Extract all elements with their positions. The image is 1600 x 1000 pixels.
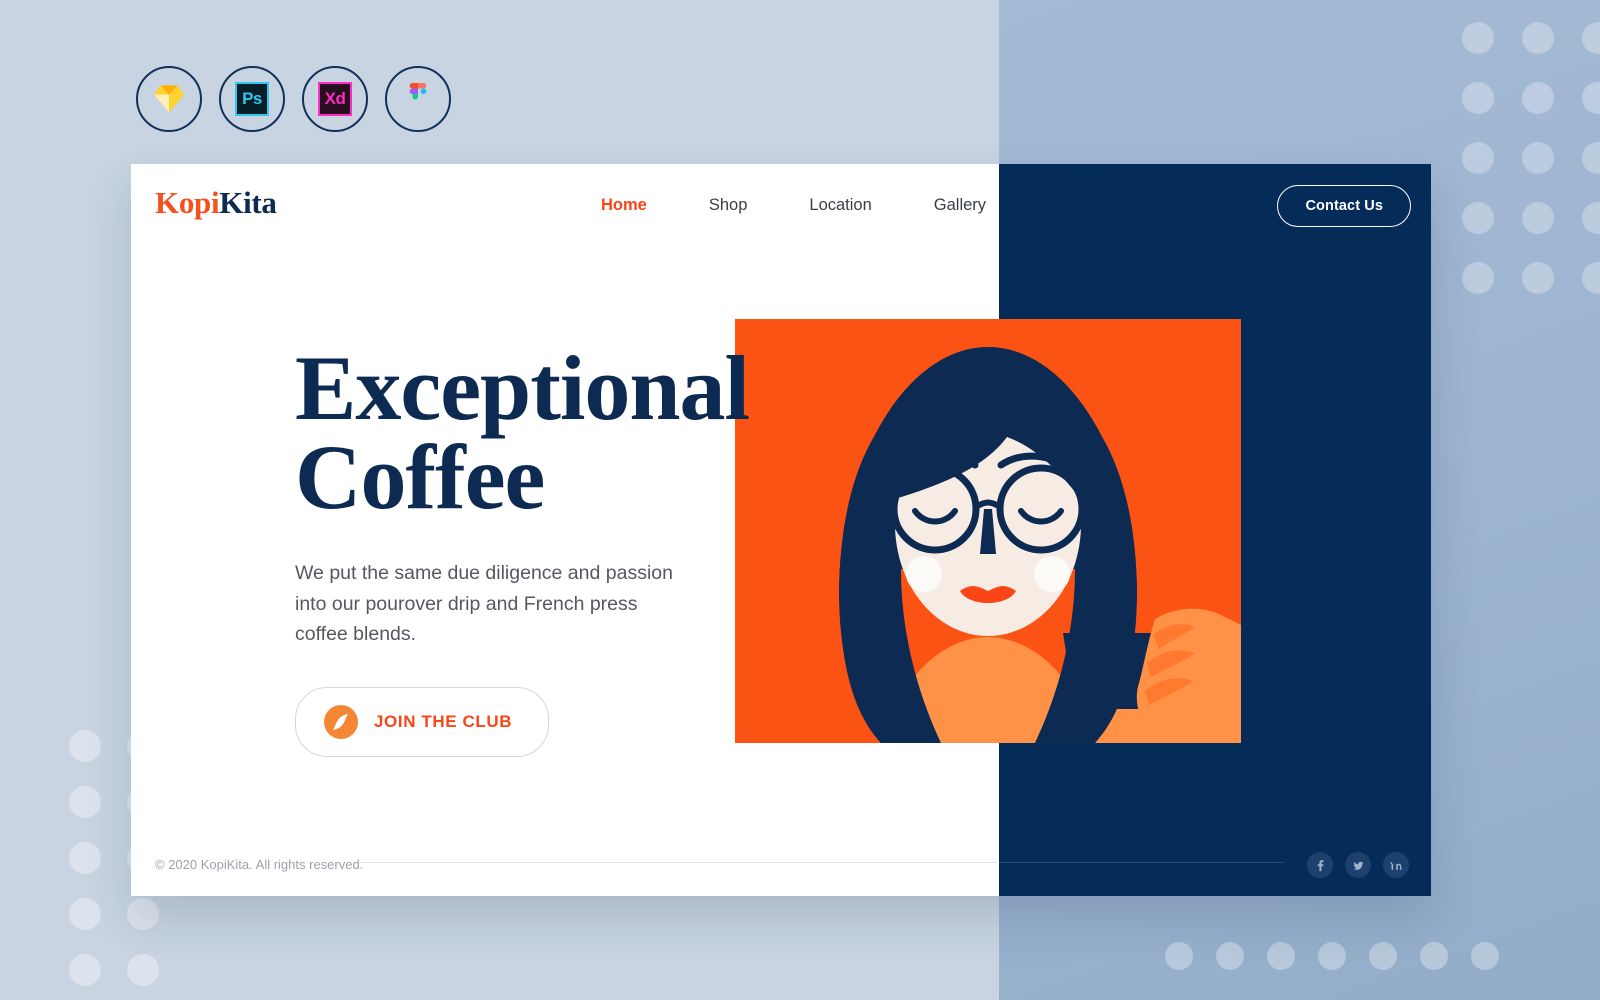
decorative-dot <box>1462 262 1494 294</box>
decorative-dot <box>1266 942 1295 970</box>
decorative-dot <box>1462 142 1494 174</box>
linkedin-icon <box>1390 861 1401 870</box>
decorative-dot <box>1522 142 1554 174</box>
hero-content: Exceptional Coffee We put the same due d… <box>295 342 825 758</box>
figma-icon <box>409 82 427 99</box>
join-the-club-button[interactable]: JOIN THE CLUB <box>295 687 550 758</box>
decorative-dot <box>69 730 101 762</box>
decorative-dot <box>1462 82 1494 114</box>
decorative-dot <box>1522 22 1554 54</box>
twitter-icon <box>1352 861 1363 870</box>
decorative-dot <box>1582 142 1600 174</box>
decorative-dot <box>1582 262 1600 294</box>
decorative-dot <box>1582 22 1600 54</box>
decorative-dot <box>69 842 101 874</box>
facebook-icon <box>1317 859 1323 871</box>
sketch-icon <box>154 85 184 113</box>
decorative-dot <box>1582 82 1600 114</box>
headline-line-2: Coffee <box>295 426 545 529</box>
design-tool-badges: Ps Xd <box>136 66 451 132</box>
decorative-dot <box>69 954 101 986</box>
decorative-dot <box>1317 942 1346 970</box>
nav-item-shop[interactable]: Shop <box>709 192 748 219</box>
decorative-dot <box>127 898 159 930</box>
coffee-bean-icon <box>324 705 358 740</box>
decorative-dot <box>1522 202 1554 234</box>
mockup-stage: Ps Xd KopiKita Home Shop Location Galler… <box>0 0 1600 1000</box>
decorative-dot <box>1368 942 1397 970</box>
decorative-dot <box>1215 942 1244 970</box>
badge-sketch[interactable] <box>136 66 202 132</box>
brand-logo[interactable]: KopiKita <box>155 185 277 221</box>
social-links <box>1307 852 1409 878</box>
social-link-linkedin[interactable] <box>1383 852 1409 878</box>
decorative-dot-row-bottom <box>1153 936 1510 976</box>
nav-item-gallery[interactable]: Gallery <box>934 192 986 219</box>
hero-description: We put the same due diligence and passio… <box>295 562 673 645</box>
join-the-club-label: JOIN THE CLUB <box>374 712 513 732</box>
decorative-dot-grid-top-right <box>1448 8 1600 308</box>
nav-item-location[interactable]: Location <box>809 192 871 219</box>
badge-adobe-xd[interactable]: Xd <box>302 66 368 132</box>
main-navigation: Home Shop Location Gallery <box>601 192 986 219</box>
decorative-dot <box>1462 22 1494 54</box>
logo-part-kopi: Kopi <box>155 185 220 220</box>
adobe-xd-icon: Xd <box>318 82 352 116</box>
decorative-dot <box>1522 262 1554 294</box>
photoshop-icon: Ps <box>235 82 269 116</box>
badge-figma[interactable] <box>385 66 451 132</box>
logo-part-kita: Kita <box>219 185 277 220</box>
decorative-dot <box>1522 82 1554 114</box>
page-title: Exceptional Coffee <box>295 342 825 523</box>
social-link-facebook[interactable] <box>1307 852 1333 878</box>
contact-us-button[interactable]: Contact Us <box>1277 185 1411 227</box>
decorative-dot <box>1582 202 1600 234</box>
decorative-dot <box>1462 202 1494 234</box>
decorative-dot <box>1470 942 1499 970</box>
badge-photoshop[interactable]: Ps <box>219 66 285 132</box>
social-link-twitter[interactable] <box>1345 852 1371 878</box>
copyright-text: © 2020 KopiKita. All rights reserved. <box>155 857 364 872</box>
decorative-dot <box>69 786 101 818</box>
decorative-dot <box>69 898 101 930</box>
decorative-dot <box>127 954 159 986</box>
decorative-dot <box>1164 942 1193 970</box>
landing-page-card: KopiKita Home Shop Location Gallery Cont… <box>131 164 1431 896</box>
nav-item-home[interactable]: Home <box>601 192 647 219</box>
footer-divider-right <box>999 862 1284 863</box>
decorative-dot <box>1419 942 1448 970</box>
footer-divider-left <box>360 862 997 863</box>
headline-line-1: Exceptional <box>295 337 750 439</box>
